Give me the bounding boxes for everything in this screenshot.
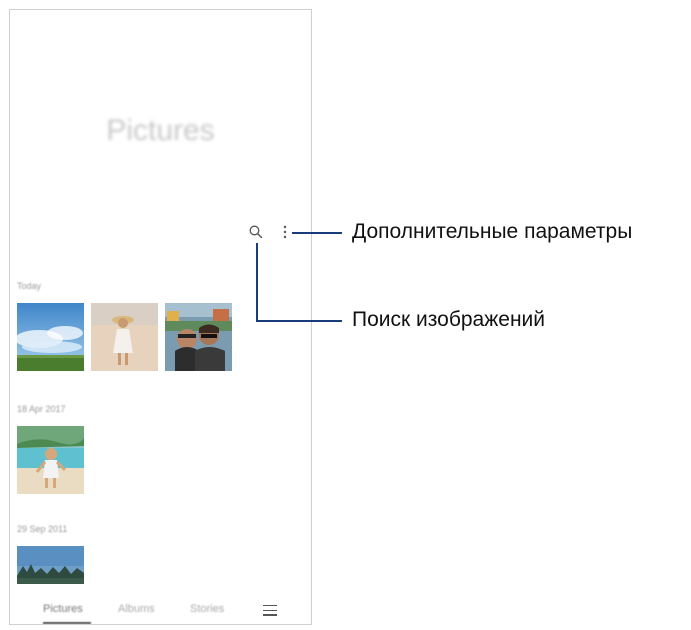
callout-line-search-horizontal <box>256 320 342 322</box>
more-vertical-icon[interactable] <box>280 224 290 240</box>
callout-line-more-options <box>292 232 342 234</box>
photo-thumbnail-landscape[interactable] <box>17 546 84 584</box>
section-date-label: 29 Sep 2011 <box>17 524 68 534</box>
page-title: Pictures <box>106 114 215 147</box>
gallery-screen: Pictures Today 18 Apr 2017 29 Sep 2011 P… <box>9 9 312 625</box>
photo-thumbnail-beach-girl[interactable] <box>91 303 158 371</box>
photo-thumbnail-couple[interactable] <box>165 303 232 371</box>
menu-icon[interactable] <box>263 605 277 617</box>
photo-thumbnail-child-beach[interactable] <box>17 426 84 494</box>
bottom-navigation: Pictures Albums Stories <box>10 598 311 624</box>
callout-label-search-images: Поиск изображений <box>352 308 545 331</box>
tab-albums[interactable]: Albums <box>118 603 155 615</box>
photo-thumbnail-sky[interactable] <box>17 303 84 371</box>
section-date-label: Today <box>17 281 42 291</box>
section-date-label: 18 Apr 2017 <box>17 404 66 414</box>
active-tab-indicator <box>43 622 91 624</box>
callout-line-search-vertical <box>256 243 258 322</box>
tab-pictures[interactable]: Pictures <box>43 603 83 615</box>
tab-stories[interactable]: Stories <box>190 603 224 615</box>
search-icon[interactable] <box>248 224 264 240</box>
callout-label-more-options: Дополнительные параметры <box>352 220 633 243</box>
